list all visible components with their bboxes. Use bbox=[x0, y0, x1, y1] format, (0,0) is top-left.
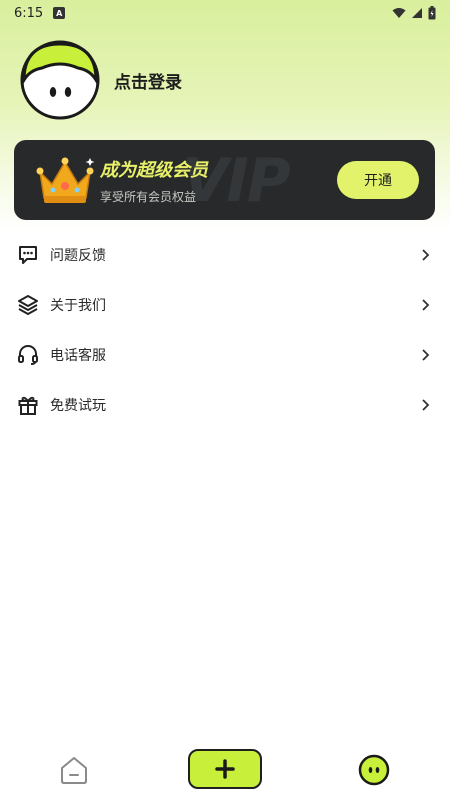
wifi-icon bbox=[392, 8, 406, 18]
vip-title: 成为超级会员 bbox=[100, 160, 208, 181]
chevron-right-icon bbox=[422, 349, 430, 361]
menu-item-label: 关于我们 bbox=[50, 298, 106, 314]
status-bar: 6:15 A bbox=[0, 0, 450, 26]
login-link[interactable]: 点击登录 bbox=[114, 68, 182, 93]
headset-icon bbox=[16, 343, 40, 367]
mushroom-face-avatar[interactable] bbox=[20, 40, 100, 120]
menu-item-about[interactable]: 关于我们 bbox=[0, 280, 450, 330]
status-icons bbox=[392, 6, 436, 20]
profile-section[interactable]: 点击登录 bbox=[20, 40, 182, 120]
add-button[interactable] bbox=[188, 749, 262, 789]
layers-icon bbox=[16, 293, 40, 317]
menu-item-free-trial[interactable]: 免费试玩 bbox=[0, 380, 450, 430]
add-icon bbox=[215, 759, 235, 779]
signal-icon bbox=[412, 8, 422, 18]
status-time: 6:15 bbox=[14, 5, 44, 21]
me-face-icon[interactable] bbox=[358, 754, 390, 786]
feedback-icon bbox=[16, 243, 40, 267]
battery-icon bbox=[428, 6, 436, 20]
vip-banner[interactable]: VIP 成为超级会员 享受所有会员权益 开通 bbox=[14, 140, 435, 220]
vip-subtitle: 享受所有会员权益 bbox=[100, 190, 197, 204]
home-icon[interactable] bbox=[58, 754, 90, 786]
menu-item-label: 免费试玩 bbox=[50, 398, 106, 414]
menu-item-phone-support[interactable]: 电话客服 bbox=[0, 330, 450, 380]
menu-item-label: 问题反馈 bbox=[50, 248, 106, 264]
notification-badge: A bbox=[53, 7, 66, 19]
chevron-right-icon bbox=[422, 399, 430, 411]
menu-item-feedback[interactable]: 问题反馈 bbox=[0, 230, 450, 280]
chevron-right-icon bbox=[422, 249, 430, 261]
menu-item-label: 电话客服 bbox=[50, 348, 106, 364]
crown-icon bbox=[36, 157, 95, 203]
bottom-nav bbox=[0, 740, 450, 800]
settings-menu: 问题反馈 关于我们 电话客服 免费试玩 bbox=[0, 230, 450, 430]
vip-open-button[interactable]: 开通 bbox=[337, 161, 419, 199]
gift-icon bbox=[16, 393, 40, 417]
chevron-right-icon bbox=[422, 299, 430, 311]
